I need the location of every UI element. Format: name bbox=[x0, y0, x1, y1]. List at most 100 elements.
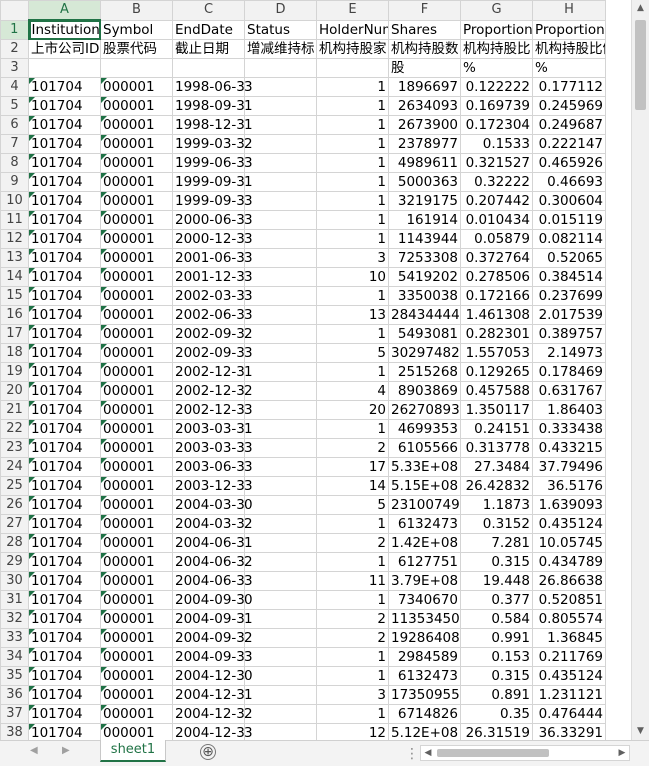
cell[interactable]: 101704 bbox=[28, 248, 101, 268]
row-header[interactable]: 12 bbox=[0, 229, 29, 249]
cell[interactable]: 101704 bbox=[28, 419, 101, 439]
cell[interactable]: 3 bbox=[244, 77, 317, 97]
cell[interactable]: 000001 bbox=[100, 628, 173, 648]
cell[interactable]: 3 bbox=[244, 229, 317, 249]
cell[interactable]: 0.315 bbox=[460, 666, 533, 686]
cell[interactable]: 3219175 bbox=[388, 191, 461, 211]
scroll-left-arrow-icon[interactable]: ◀ bbox=[421, 746, 435, 760]
cell[interactable]: 10 bbox=[316, 267, 389, 287]
row-header[interactable]: 36 bbox=[0, 685, 29, 705]
cell[interactable]: 0.3152 bbox=[460, 514, 533, 534]
row-header[interactable]: 38 bbox=[0, 723, 29, 740]
cell[interactable]: 000001 bbox=[100, 153, 173, 173]
row-header[interactable]: 28 bbox=[0, 533, 29, 553]
column-header-d[interactable]: D bbox=[244, 0, 317, 21]
cell[interactable]: 0.313778 bbox=[460, 438, 533, 458]
cell[interactable]: 0.32222 bbox=[460, 172, 533, 192]
cell[interactable]: 101704 bbox=[28, 723, 101, 740]
cell[interactable]: 0.178469 bbox=[532, 362, 606, 382]
cell[interactable]: 0.389757 bbox=[532, 324, 606, 344]
cell[interactable]: 2002-09-3 bbox=[172, 324, 245, 344]
cell[interactable] bbox=[172, 58, 245, 78]
cell[interactable]: 机构持股数 bbox=[388, 39, 461, 59]
cell[interactable]: 3 bbox=[244, 210, 317, 230]
cell[interactable]: 161914 bbox=[388, 210, 461, 230]
cell[interactable]: 2002-03-3 bbox=[172, 286, 245, 306]
cell[interactable]: 2 bbox=[316, 438, 389, 458]
row-header[interactable]: 30 bbox=[0, 571, 29, 591]
cell[interactable]: 3350038 bbox=[388, 286, 461, 306]
cell[interactable]: 000001 bbox=[100, 590, 173, 610]
row-header[interactable]: 31 bbox=[0, 590, 29, 610]
cell[interactable]: 2002-12-3 bbox=[172, 400, 245, 420]
cell[interactable]: 2000-06-3 bbox=[172, 210, 245, 230]
cell[interactable]: EndDate bbox=[172, 19, 245, 40]
row-header[interactable]: 6 bbox=[0, 115, 29, 135]
cell[interactable]: 上市公司ID bbox=[28, 39, 101, 59]
cell[interactable]: 101704 bbox=[28, 229, 101, 249]
cell[interactable]: 1 bbox=[244, 609, 317, 629]
row-header[interactable]: 11 bbox=[0, 210, 29, 230]
sheet-tab-sheet1[interactable]: sheet1 bbox=[100, 740, 166, 762]
cell[interactable]: 101704 bbox=[28, 77, 101, 97]
cell[interactable]: 2 bbox=[316, 609, 389, 629]
cell[interactable]: 1.350117 bbox=[460, 400, 533, 420]
cell[interactable]: 37.79496 bbox=[532, 457, 606, 477]
cell[interactable]: 000001 bbox=[100, 685, 173, 705]
cell[interactable]: 101704 bbox=[28, 495, 101, 515]
row-header[interactable]: 34 bbox=[0, 647, 29, 667]
row-header[interactable]: 8 bbox=[0, 153, 29, 173]
cell[interactable]: 2004-06-3 bbox=[172, 533, 245, 553]
row-header[interactable]: 9 bbox=[0, 172, 29, 192]
spreadsheet-grid[interactable]: ABCDEFGH 1 InstitutionI Symbol EndDate Statu… bbox=[0, 0, 631, 740]
scroll-right-arrow-icon[interactable]: ▶ bbox=[615, 746, 629, 760]
cell[interactable]: 1.461308 bbox=[460, 305, 533, 325]
cell[interactable]: 1 bbox=[244, 172, 317, 192]
cell[interactable]: 2378977 bbox=[388, 134, 461, 154]
cell[interactable]: 1 bbox=[244, 115, 317, 135]
cell[interactable]: 4989611 bbox=[388, 153, 461, 173]
cell[interactable]: 000001 bbox=[100, 381, 173, 401]
cell[interactable]: 0.35 bbox=[460, 704, 533, 724]
cell[interactable]: 1998-06-3 bbox=[172, 77, 245, 97]
cell[interactable]: 1 bbox=[316, 647, 389, 667]
cell[interactable]: 0 bbox=[244, 495, 317, 515]
row-header[interactable]: 1 bbox=[0, 19, 30, 40]
cell[interactable]: 5493081 bbox=[388, 324, 461, 344]
row-header[interactable]: 16 bbox=[0, 305, 29, 325]
row-header[interactable]: 15 bbox=[0, 286, 29, 306]
cell[interactable]: 4699353 bbox=[388, 419, 461, 439]
cell[interactable]: 2 bbox=[244, 324, 317, 344]
cell[interactable]: 0.010434 bbox=[460, 210, 533, 230]
cell[interactable]: 增减维持标 bbox=[244, 39, 317, 59]
cell[interactable]: 1999-03-3 bbox=[172, 134, 245, 154]
cell[interactable]: 19.448 bbox=[460, 571, 533, 591]
cell[interactable]: 0.082114 bbox=[532, 229, 606, 249]
cell[interactable]: 101704 bbox=[28, 153, 101, 173]
cell[interactable]: 13 bbox=[316, 305, 389, 325]
cell[interactable]: 2004-06-3 bbox=[172, 552, 245, 572]
cell[interactable]: 0.891 bbox=[460, 685, 533, 705]
row-header[interactable]: 27 bbox=[0, 514, 29, 534]
cell[interactable]: 2002-12-3 bbox=[172, 362, 245, 382]
cell[interactable]: 1999-06-3 bbox=[172, 153, 245, 173]
cell[interactable]: 机构持股比 bbox=[460, 39, 533, 59]
cell[interactable]: 1 bbox=[316, 153, 389, 173]
cell[interactable]: 000001 bbox=[100, 533, 173, 553]
cell[interactable]: 101704 bbox=[28, 571, 101, 591]
vertical-scrollbar[interactable]: ▲ ▼ bbox=[631, 0, 649, 740]
column-header-c[interactable]: C bbox=[172, 0, 245, 21]
cell[interactable]: 000001 bbox=[100, 267, 173, 287]
cell[interactable]: 101704 bbox=[28, 666, 101, 686]
cell[interactable]: 101704 bbox=[28, 457, 101, 477]
cell[interactable]: 000001 bbox=[100, 457, 173, 477]
cell[interactable]: 000001 bbox=[100, 210, 173, 230]
cell[interactable]: 0.805574 bbox=[532, 609, 606, 629]
cell[interactable]: 5000363 bbox=[388, 172, 461, 192]
cell[interactable]: 2 bbox=[316, 533, 389, 553]
row-header[interactable]: 19 bbox=[0, 362, 29, 382]
row-header[interactable]: 14 bbox=[0, 267, 29, 287]
cell[interactable]: 1 bbox=[316, 324, 389, 344]
next-sheet-icon[interactable]: ▶ bbox=[62, 745, 70, 756]
row-header[interactable]: 20 bbox=[0, 381, 29, 401]
